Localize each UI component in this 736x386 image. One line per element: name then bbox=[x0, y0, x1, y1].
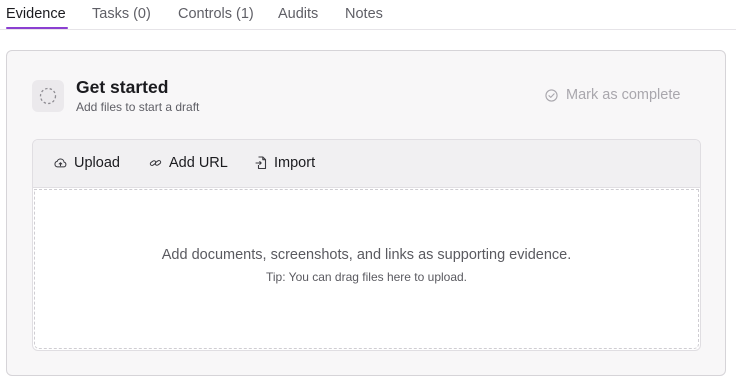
evidence-card: Get started Add files to start a draft M… bbox=[6, 50, 726, 376]
card-subtitle: Add files to start a draft bbox=[76, 100, 200, 114]
dashed-circle-icon bbox=[32, 80, 64, 112]
import-label: Import bbox=[274, 155, 316, 171]
upload-label: Upload bbox=[74, 155, 120, 171]
link-icon bbox=[149, 160, 162, 166]
tab-tasks[interactable]: Tasks (0) bbox=[92, 6, 151, 22]
dropzone-message: Add documents, screenshots, and links as… bbox=[161, 247, 572, 263]
tab-notes[interactable]: Notes bbox=[345, 6, 383, 22]
check-circle-icon bbox=[545, 88, 558, 102]
upload-button[interactable]: Upload bbox=[54, 155, 120, 171]
mark-as-complete-label: Mark as complete bbox=[566, 87, 681, 103]
add-url-button[interactable]: Add URL bbox=[149, 155, 228, 171]
evidence-panel: Upload Add URL Import Add documents, scr… bbox=[32, 139, 701, 351]
dropzone-tip: Tip: You can drag files here to upload. bbox=[265, 270, 468, 284]
import-button[interactable]: Import bbox=[255, 155, 315, 171]
file-import-icon bbox=[255, 156, 267, 170]
active-tab-indicator bbox=[6, 27, 68, 29]
evidence-dropzone[interactable]: Add documents, screenshots, and links as… bbox=[34, 189, 699, 349]
cloud-upload-icon bbox=[54, 158, 67, 168]
tab-audits[interactable]: Audits bbox=[278, 6, 318, 22]
tab-bar: Evidence Tasks (0) Controls (1) Audits N… bbox=[0, 0, 736, 30]
mark-as-complete-button[interactable]: Mark as complete bbox=[545, 87, 680, 103]
card-title: Get started bbox=[76, 77, 169, 97]
tab-controls[interactable]: Controls (1) bbox=[178, 6, 254, 22]
tab-evidence[interactable]: Evidence bbox=[6, 6, 66, 22]
evidence-toolbar: Upload Add URL Import bbox=[33, 140, 700, 188]
add-url-label: Add URL bbox=[169, 155, 228, 171]
